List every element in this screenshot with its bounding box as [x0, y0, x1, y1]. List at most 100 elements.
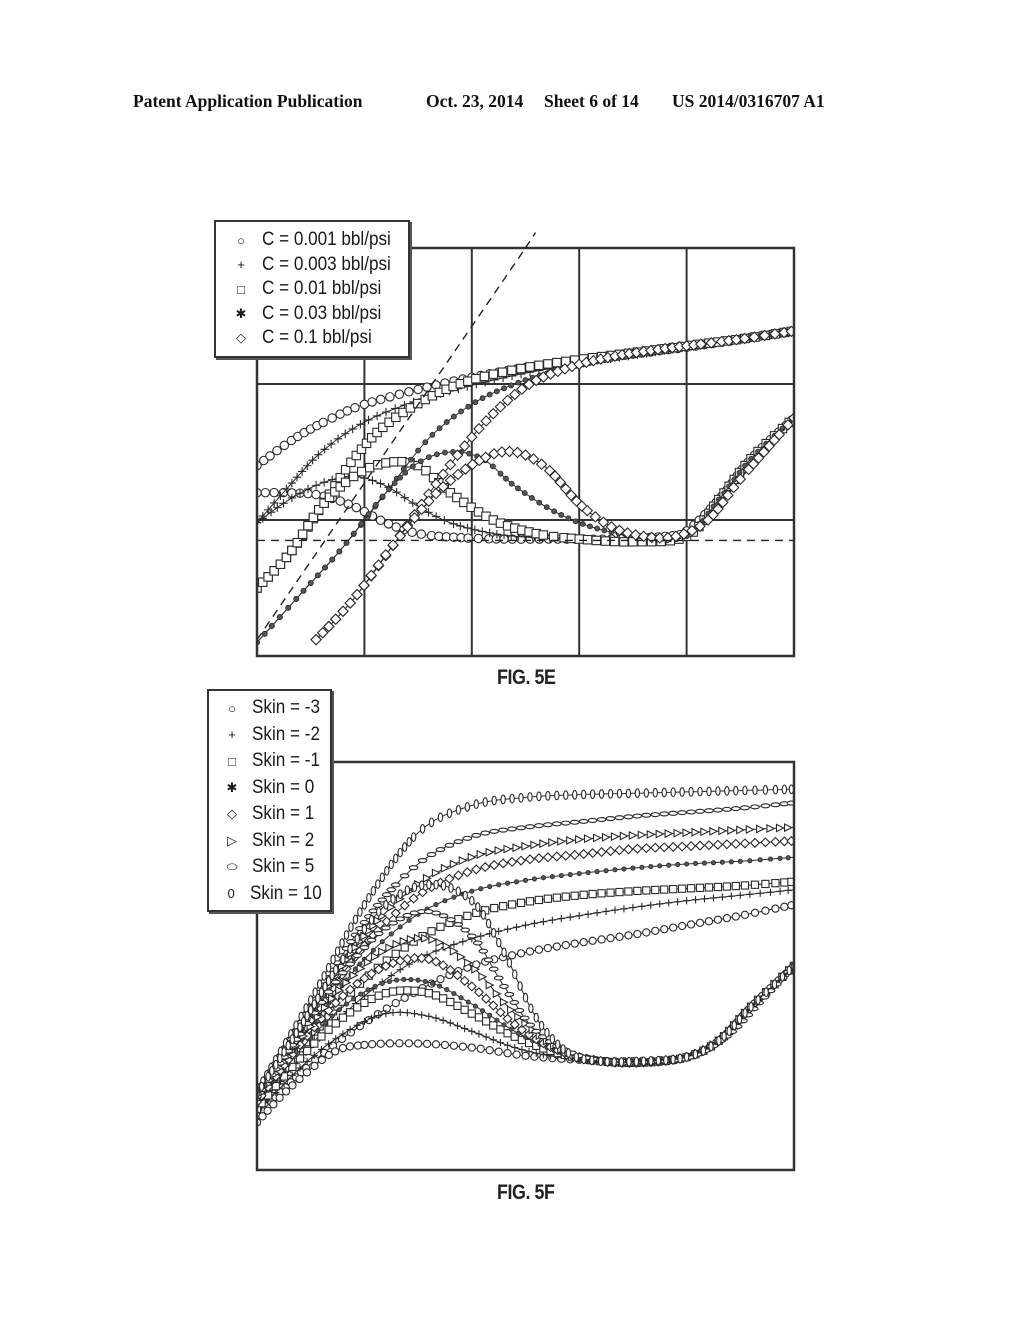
ellipse-vertical-marker: [581, 1054, 587, 1065]
square-marker: [525, 362, 535, 372]
triangle-right-marker: [370, 952, 380, 962]
triangle-right-marker: [435, 937, 445, 947]
fig5e-legend: ○ C = 0.001 bbl/psi + C = 0.003 bbl/psi □ C =…: [214, 220, 410, 358]
triangle-right-marker: [503, 844, 513, 854]
ellipse-vertical-marker: [731, 1020, 737, 1031]
ellipse-vertical-marker: [549, 1034, 556, 1044]
asterisk-marker: [576, 870, 582, 877]
square-marker: [424, 989, 433, 998]
legend-label: Skin = 0: [252, 776, 315, 798]
diamond-marker: [444, 458, 457, 471]
legend-label: C = 0.003 bbl/psi: [262, 253, 391, 275]
ellipse-vertical-marker: [683, 1052, 690, 1062]
circle-marker: [413, 384, 423, 395]
plus-marker: [575, 912, 583, 920]
ellipse-horizontal-marker: [478, 948, 489, 954]
ellipse-vertical-marker: [500, 794, 506, 805]
plus-marker: [674, 898, 682, 906]
plus-marker: [408, 498, 417, 508]
circle-marker: [400, 993, 409, 1003]
circle-marker: [615, 932, 624, 941]
circle-marker: [633, 929, 642, 939]
ellipse-vertical-marker: [258, 1081, 265, 1092]
plus-marker: [468, 1027, 476, 1035]
diamond-marker: [358, 579, 370, 592]
ellipse-vertical-marker: [742, 1008, 748, 1018]
ellipse-vertical-marker: [428, 817, 435, 828]
ellipse-vertical-marker: [406, 836, 412, 847]
asterisk-marker: [433, 901, 439, 908]
square-marker: [381, 989, 391, 998]
ellipse-horizontal-marker: [514, 1007, 525, 1013]
ellipse-horizontal-marker: [352, 953, 363, 959]
asterisk-marker: [612, 867, 618, 873]
ellipse-horizontal-marker: [444, 842, 455, 848]
asterisk-marker: [503, 475, 509, 482]
square-marker: [771, 879, 780, 888]
ellipse-horizontal-marker: [460, 927, 471, 933]
square-marker: [389, 457, 399, 467]
ellipse-vertical-marker: [269, 1065, 275, 1076]
square-marker: [543, 894, 553, 903]
asterisk-marker: [397, 474, 403, 481]
asterisk-marker: [391, 480, 398, 487]
plus-marker: [440, 516, 449, 525]
asterisk-marker: [767, 856, 774, 862]
ellipse-vertical-marker: [536, 791, 542, 802]
triangle-right-marker: [476, 849, 486, 859]
asterisk-marker: [567, 871, 573, 878]
ellipse-vertical-marker: [618, 1057, 625, 1067]
plus-marker: [784, 886, 792, 895]
asterisk-marker: [433, 451, 440, 458]
triangle-right-marker: [521, 841, 531, 851]
ellipse-vertical-marker: [538, 1020, 545, 1031]
legend-label: C = 0.001 bbl/psi: [262, 229, 391, 251]
ellipse-vertical-marker: [607, 788, 614, 799]
asterisk-marker: [343, 1001, 350, 1007]
ellipse-horizontal-marker: [770, 802, 781, 808]
circle-marker: [467, 1043, 476, 1052]
asterisk-marker: [379, 980, 385, 987]
ellipse-horizontal-marker: [462, 835, 473, 841]
circle-icon: ○: [237, 232, 245, 248]
diamond-marker: [489, 859, 500, 871]
square-marker: [400, 943, 409, 952]
ellipse-horizontal-marker: [534, 823, 544, 829]
legend-item: 0 Skin = 10: [221, 881, 330, 908]
plus-marker: [638, 902, 646, 910]
plus-marker: [475, 1030, 483, 1038]
asterisk-marker: [551, 508, 558, 515]
circle-marker: [375, 515, 386, 526]
ellipse-horizontal-marker: [525, 824, 535, 830]
ellipse-vertical-marker: [289, 1034, 296, 1045]
ellipse-horizontal-marker: [740, 805, 750, 811]
ellipse-vertical-marker: [522, 992, 529, 1003]
circle-marker: [395, 1039, 404, 1048]
ellipse-horizontal-marker: [730, 806, 741, 812]
triangle-right-marker: [449, 859, 459, 869]
ellipse-vertical-marker: [501, 947, 507, 958]
asterisk-marker: [408, 456, 414, 463]
asterisk-marker: [508, 382, 515, 389]
ellipse-vertical-marker: [604, 1056, 610, 1067]
square-marker: [474, 1013, 484, 1022]
circle-marker: [436, 975, 445, 984]
ellipse-vertical-marker: [419, 823, 426, 834]
ellipse-vertical-marker: [589, 789, 596, 800]
square-marker: [669, 884, 678, 894]
asterisk-marker: [543, 504, 550, 511]
plus-icon: +: [228, 727, 236, 743]
circle-marker: [269, 1100, 278, 1109]
circle-marker: [295, 1074, 304, 1084]
ellipse-horizontal-marker: [381, 925, 391, 931]
triangle-right-marker: [766, 823, 776, 833]
square-marker: [566, 533, 577, 544]
plus-marker: [557, 915, 565, 923]
circle-marker: [385, 1039, 395, 1048]
ellipse-vertical-marker: [573, 1052, 579, 1063]
circle-marker: [521, 1051, 530, 1060]
asterisk-marker: [443, 419, 450, 426]
asterisk-marker: [719, 859, 725, 865]
ellipse-vertical-marker: [339, 938, 345, 948]
asterisk-marker: [479, 395, 486, 402]
